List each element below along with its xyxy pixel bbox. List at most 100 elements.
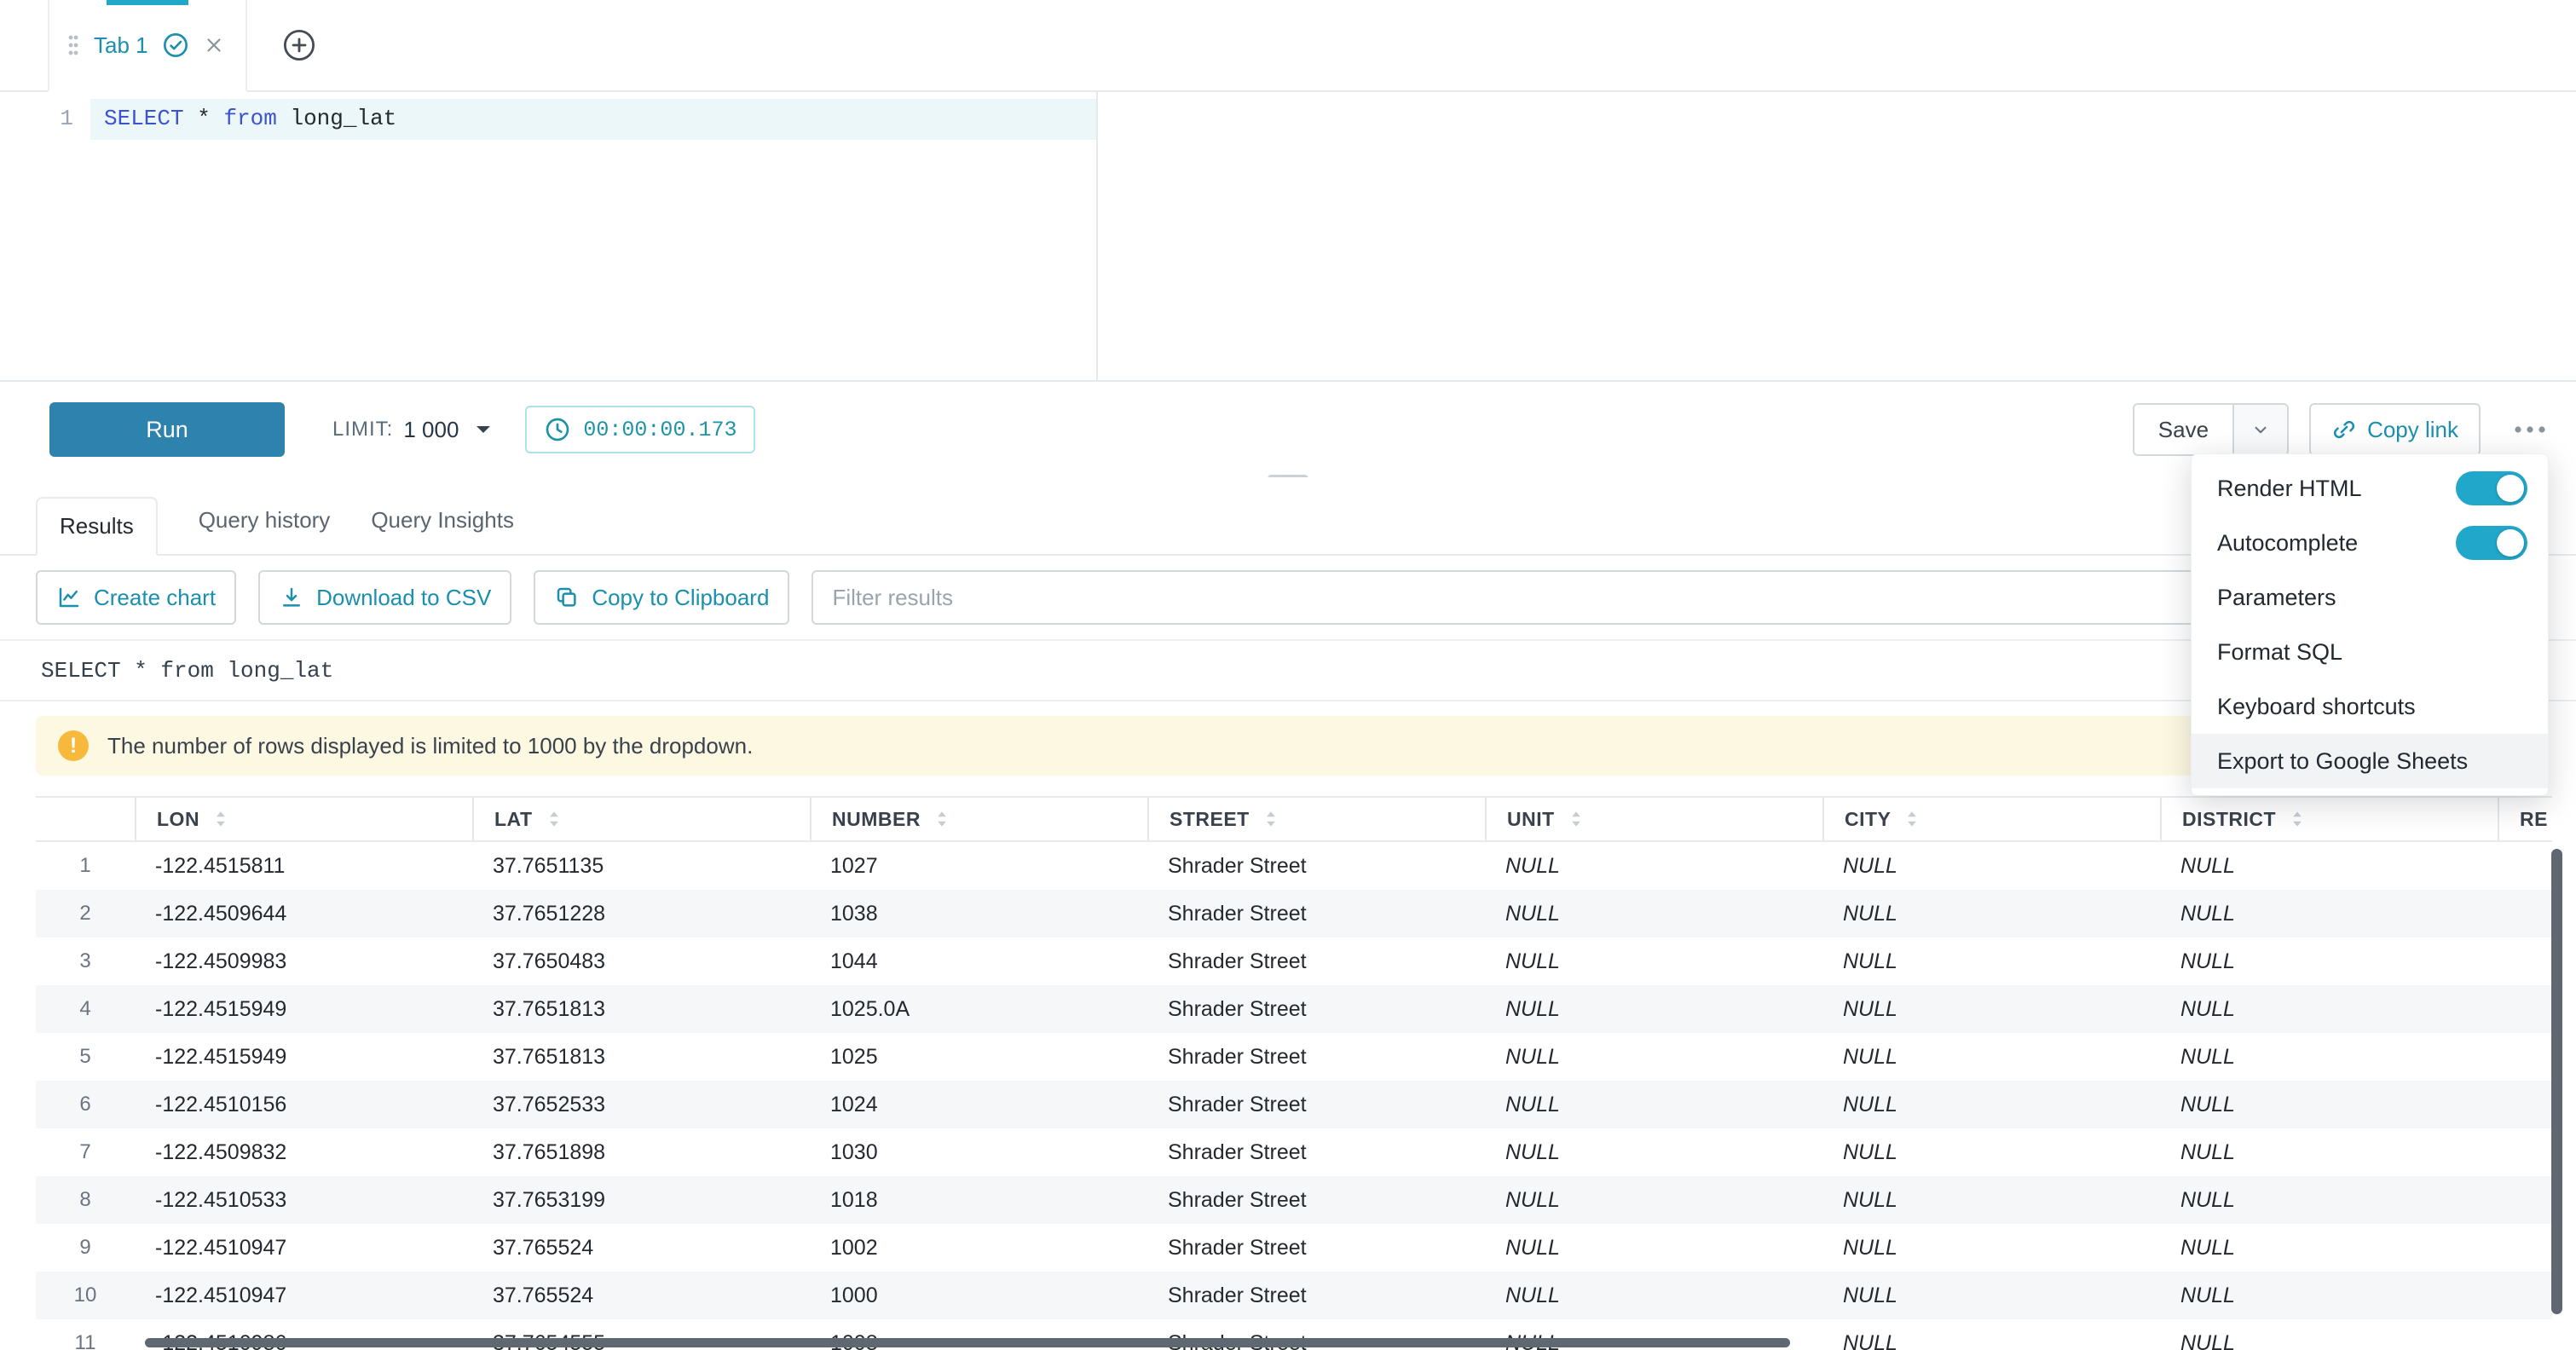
table-cell: 37.7651813 xyxy=(472,985,810,1033)
table-row[interactable]: 3-122.450998337.76504831044Shrader Stree… xyxy=(36,938,2552,985)
table-cell: Shrader Street xyxy=(1147,842,1485,890)
limit-dropdown[interactable]: LIMIT: 1 000 xyxy=(332,417,493,443)
table-cell: NULL xyxy=(1485,1176,1822,1224)
row-number-cell: 7 xyxy=(36,1128,135,1176)
table-cell: -122.4510533 xyxy=(135,1176,472,1224)
table-row[interactable]: 9-122.451094737.7655241002Shrader Street… xyxy=(36,1224,2552,1272)
table-row[interactable]: 7-122.450983237.76518981030Shrader Stree… xyxy=(36,1128,2552,1176)
menu-item-label: Export to Google Sheets xyxy=(2217,748,2468,775)
download-csv-button[interactable]: Download to CSV xyxy=(258,570,511,625)
table-cell: 37.765524 xyxy=(472,1272,810,1319)
table-cell: -122.4510947 xyxy=(135,1272,472,1319)
link-icon xyxy=(2331,417,2357,442)
sort-icon[interactable] xyxy=(2286,808,2308,830)
table-row[interactable]: 5-122.451594937.76518131025Shrader Stree… xyxy=(36,1033,2552,1081)
table-cell: 1000 xyxy=(810,1272,1147,1319)
table-row[interactable]: 6-122.451015637.76525331024Shrader Stree… xyxy=(36,1081,2552,1128)
column-label: UNIT xyxy=(1507,808,1555,831)
column-header-lat[interactable]: LAT xyxy=(472,798,810,840)
timer-value: 00:00:00.173 xyxy=(583,418,736,442)
sort-icon[interactable] xyxy=(543,808,565,830)
save-dropdown-button[interactable] xyxy=(2232,405,2287,454)
create-chart-button[interactable]: Create chart xyxy=(36,570,236,625)
query-tab[interactable]: Tab 1 xyxy=(48,0,247,92)
autocomplete-toggle[interactable] xyxy=(2456,526,2527,560)
results-tab-bar: Results Query history Query Insights xyxy=(0,477,2576,556)
ellipsis-icon xyxy=(2511,423,2549,436)
limit-label: LIMIT: xyxy=(332,418,393,441)
column-header-city[interactable]: CITY xyxy=(1822,798,2160,840)
column-header-lon[interactable]: LON xyxy=(135,798,472,840)
vertical-scrollbar[interactable] xyxy=(2551,849,2562,1314)
table-cell: NULL xyxy=(1485,1081,1822,1128)
horizontal-scrollbar[interactable] xyxy=(145,1338,1790,1347)
table-cell xyxy=(2498,1272,2552,1319)
table-cell: -122.4515949 xyxy=(135,985,472,1033)
sort-icon[interactable] xyxy=(1565,808,1587,830)
menu-item-render-html[interactable]: Render HTML xyxy=(2192,461,2548,516)
render-html-toggle[interactable] xyxy=(2456,471,2527,505)
sort-icon[interactable] xyxy=(931,808,953,830)
column-header-re[interactable]: RE xyxy=(2498,798,2552,840)
table-cell: -122.4509983 xyxy=(135,938,472,985)
menu-item-autocomplete[interactable]: Autocomplete xyxy=(2192,516,2548,570)
table-cell: Shrader Street xyxy=(1147,1224,1485,1272)
table-cell: NULL xyxy=(2160,1081,2498,1128)
run-button[interactable]: Run xyxy=(49,402,285,457)
sql-editor[interactable]: 1 SELECT * from long_lat xyxy=(0,92,2576,382)
table-cell: NULL xyxy=(1822,1033,2160,1081)
table-row[interactable]: 2-122.450964437.76512281038Shrader Stree… xyxy=(36,890,2552,938)
close-tab-icon[interactable] xyxy=(203,34,225,56)
chart-icon xyxy=(56,585,82,610)
save-button[interactable]: Save xyxy=(2134,405,2232,454)
table-cell: 37.765524 xyxy=(472,1224,810,1272)
drag-handle-icon[interactable] xyxy=(66,32,80,58)
sql-keyword: from xyxy=(223,106,276,131)
more-menu: Render HTMLAutocomplete Parameters Format … xyxy=(2191,453,2549,796)
column-header-street[interactable]: STREET xyxy=(1147,798,1485,840)
menu-item-parameters[interactable]: Parameters xyxy=(2192,570,2548,625)
table-cell xyxy=(2498,1176,2552,1224)
row-number-cell: 8 xyxy=(36,1176,135,1224)
sort-icon[interactable] xyxy=(210,808,232,830)
table-cell: 1025 xyxy=(810,1033,1147,1081)
menu-item-label: Parameters xyxy=(2217,585,2336,611)
create-chart-label: Create chart xyxy=(94,585,216,611)
table-cell: 1002 xyxy=(810,1224,1147,1272)
menu-item-label: Keyboard shortcuts xyxy=(2217,694,2416,720)
tab-results[interactable]: Results xyxy=(36,497,158,556)
menu-item-format-sql[interactable]: Format SQL xyxy=(2192,625,2548,679)
table-cell: NULL xyxy=(2160,1272,2498,1319)
check-circle-icon xyxy=(162,32,189,59)
column-header-number[interactable]: NUMBER xyxy=(810,798,1147,840)
row-number-cell: 4 xyxy=(36,985,135,1033)
table-row[interactable]: 1-122.451581137.76511351027Shrader Stree… xyxy=(36,842,2552,890)
copy-link-button[interactable]: Copy link xyxy=(2309,403,2481,456)
table-row[interactable]: 10-122.451094737.7655241000Shrader Stree… xyxy=(36,1272,2552,1319)
table-cell: -122.4510947 xyxy=(135,1224,472,1272)
table-cell: NULL xyxy=(1822,938,2160,985)
sql-keyword: SELECT xyxy=(104,106,184,131)
table-cell: 37.7651898 xyxy=(472,1128,810,1176)
query-preview-bar[interactable]: SELECT * from long_lat xyxy=(0,639,2576,701)
table-cell: NULL xyxy=(1822,985,2160,1033)
table-row[interactable]: 8-122.451053337.76531991018Shrader Stree… xyxy=(36,1176,2552,1224)
table-cell xyxy=(2498,1128,2552,1176)
editor-split-divider[interactable] xyxy=(1096,92,1098,380)
tab-label: Tab 1 xyxy=(94,32,148,59)
more-menu-button[interactable] xyxy=(2511,414,2549,445)
copy-clipboard-button[interactable]: Copy to Clipboard xyxy=(534,570,789,625)
caret-down-icon xyxy=(474,424,493,436)
menu-item-export-to-google-sheets[interactable]: Export to Google Sheets xyxy=(2192,734,2548,788)
column-header-unit[interactable]: UNIT xyxy=(1485,798,1822,840)
sort-icon[interactable] xyxy=(1901,808,1923,830)
tab-query-history[interactable]: Query history xyxy=(199,507,331,554)
table-row[interactable]: 4-122.451594937.76518131025.0AShrader St… xyxy=(36,985,2552,1033)
code-line[interactable]: SELECT * from long_lat xyxy=(104,106,396,131)
add-tab-button[interactable] xyxy=(281,0,317,90)
row-number-cell: 10 xyxy=(36,1272,135,1319)
menu-item-keyboard-shortcuts[interactable]: Keyboard shortcuts xyxy=(2192,679,2548,734)
column-header-district[interactable]: DISTRICT xyxy=(2160,798,2498,840)
tab-query-insights[interactable]: Query Insights xyxy=(371,507,514,554)
sort-icon[interactable] xyxy=(1260,808,1282,830)
